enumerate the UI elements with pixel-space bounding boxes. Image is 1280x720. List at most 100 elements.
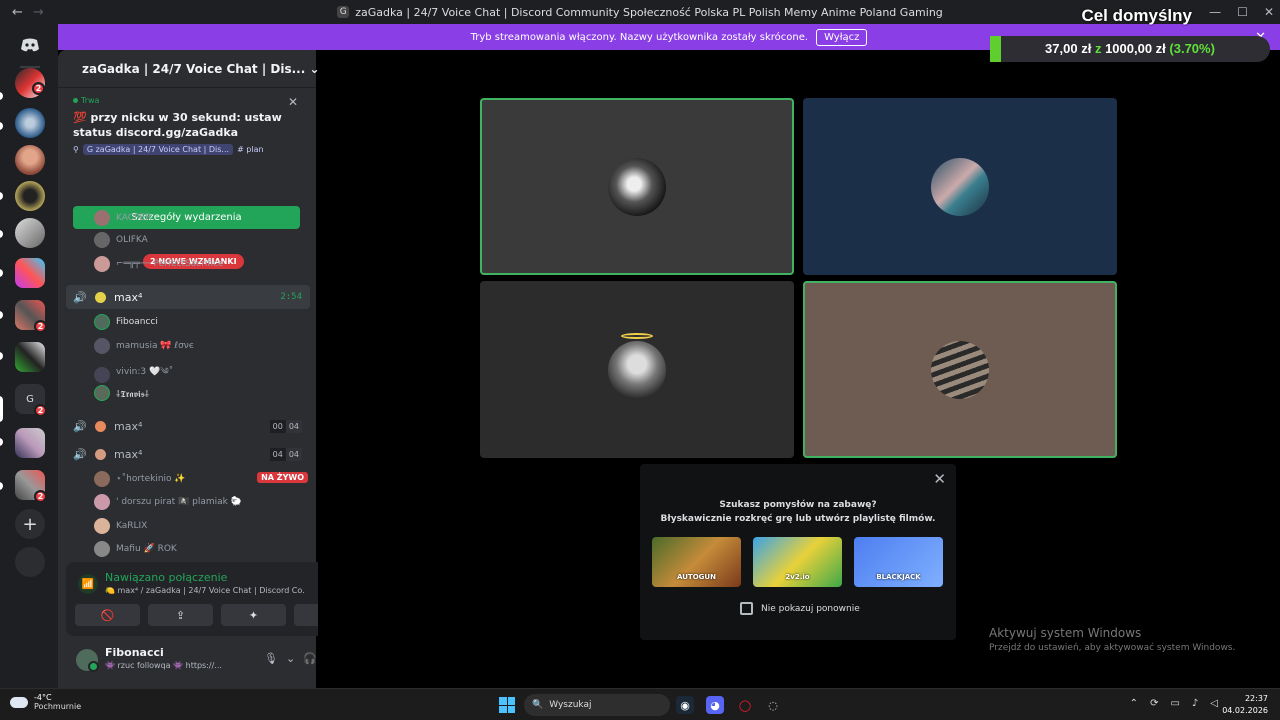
windows-taskbar: -4°C Pochmurnie 🔍 Wyszukaj ◉ ◕ ◯ ◌ ⌃ ⟳ ▭… [0,688,1280,720]
goal-text: 37,00 zł z 1000,00 zł (3.70%) [990,41,1270,56]
chevron-up-icon[interactable]: ⌃ [1130,698,1138,709]
participant-avatar [931,157,989,216]
goal-title: Cel domyślny [1081,6,1192,25]
mic-tray-icon[interactable]: ♪ [1192,698,1198,709]
user-limit-counter: 04 04 [269,447,302,461]
discord-home-icon[interactable] [15,30,45,60]
sync-icon[interactable]: ⟳ [1150,698,1158,709]
weather-widget[interactable]: -4°C Pochmurnie [10,693,81,711]
activity-card-autogun[interactable]: AUTOGUN [652,537,741,587]
voice-channel-active[interactable]: 🔊 max⁴ 2:54 [66,285,310,309]
participant-avatar [608,157,666,216]
disable-streamer-mode-button[interactable]: Wyłącz [816,28,868,46]
activity-card-2v2[interactable]: 2v2.io [753,537,842,587]
event-card: Trwa ✕ 💯 przy nicku w 30 sekund: ustaw s… [66,90,308,229]
live-badge: NA ŻYWO [257,472,308,483]
selected-pip [0,396,3,422]
stream-goal-overlay: Cel domyślny 37,00 zł z 1000,00 zł (3.70… [990,0,1280,70]
voice-channel[interactable]: 🔊 max⁴ 04 04 [66,442,310,466]
user-avatar[interactable] [76,649,99,672]
opera-icon[interactable]: ◯ [736,696,754,714]
chevron-down-icon[interactable]: ⌄ [286,652,295,665]
discord-taskbar-icon[interactable]: ◕ [706,696,724,714]
location-pin-icon: ⚲ [73,145,79,154]
server-icon[interactable] [15,108,45,138]
channel-name: max⁴ [114,290,143,304]
taskbar-search-input[interactable]: 🔍 Wyszukaj [524,694,670,716]
speaker-icon: 🔊 [73,290,87,304]
unread-pip [0,92,3,100]
unread-pip [0,192,3,200]
voice-user[interactable]: mamusia 🎀 ℓσνє [94,338,194,354]
temperature: -4°C [34,693,52,702]
channel-sidebar: zaGadka | 24/7 Voice Chat | Dis... ⌄ 👤+ … [58,50,366,688]
participant-tile[interactable] [803,281,1117,458]
voice-user[interactable]: ⸸𝕿𝖗𝖆𝖛𝖎𝖘⸸ [94,385,149,401]
signal-icon[interactable]: 📶 [78,574,98,594]
voice-user[interactable]: KaRLIX [94,518,147,534]
mic-icon[interactable]: 🎙 [264,652,278,665]
server-icon[interactable] [15,145,45,175]
voice-user[interactable]: Mafiu 🚀 ROK [94,541,177,557]
event-status: Trwa [73,96,301,105]
screen-share-button[interactable]: ⇪ [148,604,213,626]
event-channel: # plan [237,145,264,154]
windows-activation-watermark: Aktywuj system Windows Przejdź do ustawi… [989,626,1235,653]
unread-pip [0,269,3,277]
server-header[interactable]: zaGadka | 24/7 Voice Chat | Dis... ⌄ 👤+ [58,50,344,88]
voice-user[interactable]: ' dorszu pirat 🏴‍☠️ plamiak 🐑 [94,494,242,510]
server-folder-icon[interactable] [15,342,45,372]
voice-user[interactable]: KACPER [94,210,151,226]
voice-user[interactable]: OLIFKA [94,232,148,248]
server-folder-icon[interactable] [15,258,45,288]
server-icon[interactable] [15,181,45,211]
usb-icon[interactable]: ▭ [1170,698,1179,709]
voice-user[interactable]: ⋆˚hortekinio ✨ [94,471,186,487]
participant-tile[interactable] [803,98,1117,275]
system-tray: ⌃ ⟳ ▭ ♪ ◁ [1130,698,1218,709]
close-event-icon[interactable]: ✕ [288,95,298,109]
server-icon[interactable] [15,218,45,248]
add-server-icon[interactable]: + [15,509,45,539]
watermark-title: Aktywuj system Windows [989,626,1142,640]
dont-show-again-checkbox[interactable]: Nie pokazuj ponownie [740,602,860,615]
server-tab-icon: G [337,6,350,18]
server-folder-icon[interactable] [15,428,45,458]
voice-user[interactable]: Fiboancci [94,314,158,330]
close-suggestion-icon[interactable]: ✕ [933,470,946,488]
goal-progress-bar: 37,00 zł z 1000,00 zł (3.70%) [990,36,1270,62]
steam-icon[interactable]: ◉ [676,696,694,714]
time: 22:37 [1244,694,1268,703]
avatar [94,314,110,330]
voice-action-buttons: 🚫 ⇪ ✦ ✺ [75,604,359,626]
headset-icon[interactable]: 🎧 [303,652,317,665]
app-icon[interactable]: ◌ [764,696,782,714]
voice-user[interactable]: vivin:3 🤍༄˚ [94,362,173,387]
voice-channel-path[interactable]: 🍋 max⁴ / zaGadka | 24/7 Voice Chat | Dis… [105,586,305,595]
unread-pip [0,438,3,446]
voice-status[interactable]: Nawiązano połączenie [105,571,227,584]
participant-tile[interactable] [480,98,794,275]
voice-user[interactable]: ⌐═╦╤── PerfectSacrifice [94,256,224,272]
user-status: 👾 rzuc followqa 👾 https://... [105,661,222,670]
clock[interactable]: 22:37 04.02.2026 [1222,693,1268,717]
discover-icon[interactable] [15,547,45,577]
event-server: G zaGadka | 24/7 Voice Chat | Dis... [82,144,234,155]
activity-card-blackjack[interactable]: BLACKJACK [854,537,943,587]
activity-list: AUTOGUN 2v2.io BLACKJACK [652,537,943,587]
activities-button[interactable]: ✦ [221,604,286,626]
camera-off-button[interactable]: 🚫 [75,604,140,626]
voice-channel[interactable]: 🔊 max⁴ 00 04 [66,414,310,438]
participant-tile[interactable] [480,281,794,458]
windows-start-icon[interactable] [499,697,515,713]
checkbox-icon[interactable] [740,602,753,615]
unread-pip [0,352,3,360]
server-name: zaGadka | 24/7 Voice Chat | Dis... ⌄ [82,61,320,76]
channel-name: max⁴ [114,419,143,433]
volume-icon[interactable]: ◁ [1210,698,1218,709]
user-limit-counter: 00 04 [269,419,302,433]
unread-pip [0,230,3,238]
user-name[interactable]: Fibonacci [105,646,164,659]
mention-badge: 2 [34,320,47,333]
unread-pip [0,482,3,490]
